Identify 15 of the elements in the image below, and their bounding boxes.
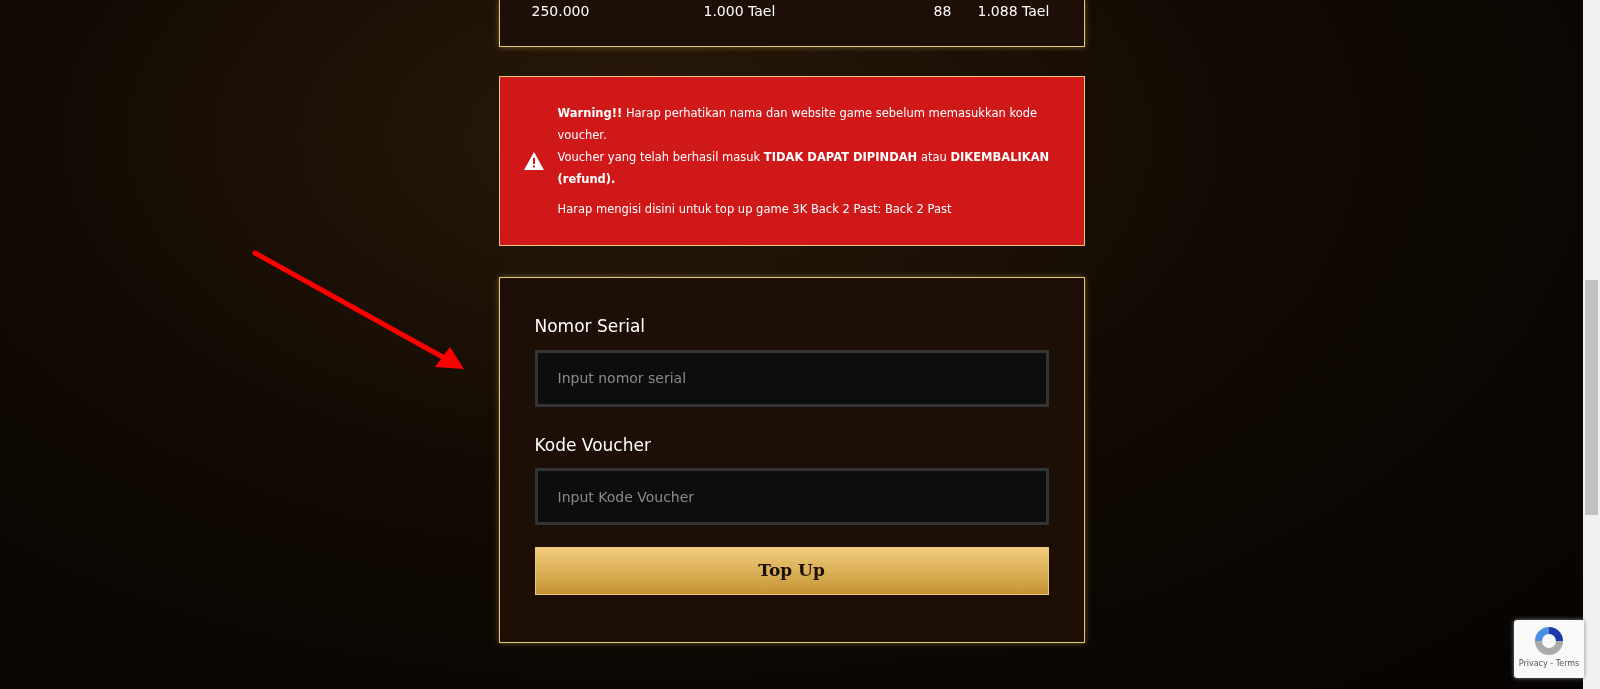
instruction-text: Harap mengisi disini untuk top up game 3K Back 2 Past: Back 2 Past xyxy=(557,201,953,218)
table-cell-text: 1.000 Tael xyxy=(703,2,777,20)
field-label: Nomor Serial xyxy=(534,315,647,338)
recaptcha-links[interactable]: Privacy - Terms xyxy=(1518,658,1580,670)
input-field[interactable]: Input nomor serial xyxy=(534,349,1049,407)
scrollbar-thumb[interactable] xyxy=(1585,280,1598,515)
table-cell-text: 88 xyxy=(933,2,953,20)
table-cell-text: 1.088 Tael xyxy=(977,2,1051,20)
input-field[interactable]: Input Kode Voucher xyxy=(534,468,1049,525)
field-label: Kode Voucher xyxy=(534,433,652,457)
warning-text: Warning!! Harap perhatikan nama dan website game sebelum memasukkan kode voucher. Voucher yang telah berhasil masuk TIDAK DAPAT DIPINDAH atau DIKEMBALIKAN (refund). xyxy=(557,105,1051,188)
top-up-button[interactable]: Top Up xyxy=(534,547,1049,595)
warning-icon xyxy=(523,152,544,170)
table-cell-text: 250.000 xyxy=(531,2,591,20)
recaptcha-icon xyxy=(1532,624,1566,658)
